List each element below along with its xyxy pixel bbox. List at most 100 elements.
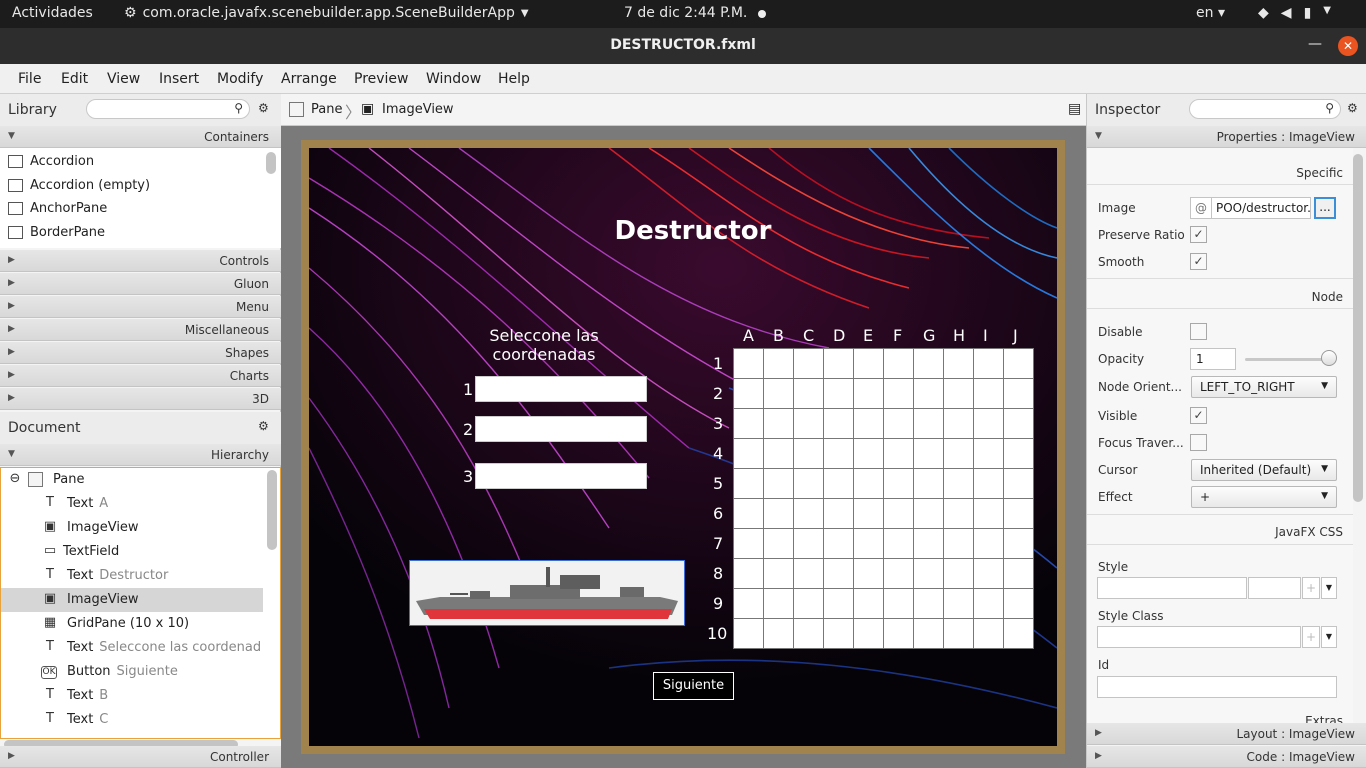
grid-cell[interactable]	[943, 558, 974, 589]
grid-cell[interactable]	[913, 408, 944, 439]
grid-cell[interactable]	[733, 468, 764, 499]
section-controller[interactable]: ▶ Controller	[0, 746, 281, 768]
menu-edit[interactable]: Edit	[61, 71, 88, 87]
grid-cell[interactable]	[883, 378, 914, 409]
grid-cell[interactable]	[883, 348, 914, 379]
tree-node[interactable]: T Text Destructor	[1, 564, 263, 588]
grid-cell[interactable]	[793, 468, 824, 499]
grid-cell[interactable]	[823, 558, 854, 589]
opacity-slider-track[interactable]	[1245, 358, 1331, 361]
grid-cell[interactable]	[1003, 468, 1034, 499]
menu-help[interactable]: Help	[498, 71, 530, 87]
coordinate-input-1[interactable]	[475, 376, 647, 402]
grid-cell[interactable]	[883, 528, 914, 559]
grid-cell[interactable]	[973, 348, 1004, 379]
close-icon[interactable]: ✕	[1338, 36, 1358, 56]
opacity-slider-thumb[interactable]	[1321, 350, 1337, 366]
coordinate-input-2[interactable]	[475, 416, 647, 442]
style-class-field[interactable]	[1097, 626, 1301, 648]
grid-cell[interactable]	[733, 528, 764, 559]
grid-cell[interactable]	[823, 438, 854, 469]
section-hierarchy[interactable]: ▼ Hierarchy	[0, 444, 281, 466]
grid-cell[interactable]	[733, 348, 764, 379]
grid-cell[interactable]	[1003, 438, 1034, 469]
inspector-scrollbar[interactable]	[1353, 154, 1363, 502]
style-field[interactable]	[1097, 577, 1247, 599]
grid-cell[interactable]	[793, 558, 824, 589]
cursor-select[interactable]: Inherited (Default) ▼	[1191, 459, 1337, 481]
grid-cell[interactable]	[883, 408, 914, 439]
grid-cell[interactable]	[973, 438, 1004, 469]
grid-cell[interactable]	[943, 528, 974, 559]
grid-cell[interactable]	[853, 468, 884, 499]
grid-cell[interactable]	[793, 618, 824, 649]
grid-cell[interactable]	[853, 408, 884, 439]
tree-node[interactable]: T Text C	[1, 708, 263, 732]
grid-cell[interactable]	[943, 618, 974, 649]
minimize-icon[interactable]: —	[1308, 36, 1322, 52]
tree-node[interactable]: ▣ ImageView	[1, 588, 263, 612]
id-field[interactable]	[1097, 676, 1337, 698]
grid-cell[interactable]	[823, 408, 854, 439]
tree-node[interactable]: ▭ TextField	[1, 540, 263, 564]
grid-cell[interactable]	[913, 378, 944, 409]
grid-cell[interactable]	[913, 558, 944, 589]
grid-cell[interactable]	[853, 378, 884, 409]
grid-cell[interactable]	[1003, 618, 1034, 649]
menu-file[interactable]: File	[18, 71, 41, 87]
grid-cell[interactable]	[973, 528, 1004, 559]
grid-cell[interactable]	[763, 408, 794, 439]
grid-cell[interactable]	[763, 498, 794, 529]
grid-cell[interactable]	[973, 468, 1004, 499]
tree-node[interactable]: T Text B	[1, 684, 263, 708]
grid-cell[interactable]	[763, 468, 794, 499]
grid-cell[interactable]	[853, 348, 884, 379]
grid-cell[interactable]	[763, 438, 794, 469]
library-item[interactable]: BorderPane	[0, 221, 264, 245]
grid-cell[interactable]	[943, 468, 974, 499]
grid-cell[interactable]	[973, 558, 1004, 589]
grid-cell[interactable]	[793, 588, 824, 619]
grid-cell[interactable]	[733, 618, 764, 649]
grid-cell[interactable]	[733, 378, 764, 409]
grid-cell[interactable]	[853, 438, 884, 469]
disable-checkbox[interactable]	[1190, 323, 1207, 340]
grid-cell[interactable]	[823, 468, 854, 499]
grid-cell[interactable]	[853, 558, 884, 589]
coordinate-input-3[interactable]	[475, 463, 647, 489]
tree-node[interactable]: T Text A	[1, 492, 263, 516]
grid-cell[interactable]	[823, 498, 854, 529]
grid-cell[interactable]	[1003, 378, 1034, 409]
grid-cell[interactable]	[1003, 558, 1034, 589]
tree-node[interactable]: OK Button Siguiente	[1, 660, 263, 684]
tree-node-root[interactable]: ⊖ Pane	[1, 468, 263, 492]
browse-button[interactable]: ...	[1314, 197, 1336, 219]
image-path-field[interactable]: POO/destructor.	[1211, 197, 1311, 219]
grid-cell[interactable]	[943, 588, 974, 619]
menu-insert[interactable]: Insert	[159, 71, 199, 87]
section-controls[interactable]: ▶ Controls	[0, 250, 281, 272]
grid-cell[interactable]	[1003, 348, 1034, 379]
section-gluon[interactable]: ▶ Gluon	[0, 273, 281, 295]
tree-node[interactable]: ▣ ImageView	[1, 516, 263, 540]
chevron-down-icon[interactable]: ▼	[1321, 626, 1337, 648]
menu-window[interactable]: Window	[426, 71, 481, 87]
opacity-field[interactable]: 1	[1190, 348, 1236, 370]
tree-node[interactable]: T Text Seleccone las coordenad	[1, 636, 263, 660]
library-item[interactable]: Accordion (empty)	[0, 174, 264, 198]
grid-cell[interactable]	[793, 408, 824, 439]
style-class-add-button[interactable]: +	[1302, 626, 1320, 648]
grid-cell[interactable]	[733, 498, 764, 529]
grid-cell[interactable]	[763, 348, 794, 379]
visible-checkbox[interactable]: ✓	[1190, 407, 1207, 424]
grid-cell[interactable]	[1003, 588, 1034, 619]
grid-cell[interactable]	[793, 438, 824, 469]
activities-button[interactable]: Actividades	[12, 5, 93, 21]
section-containers[interactable]: ▼ Containers	[0, 126, 281, 148]
prompt-text[interactable]: Seleccone las coordenadas	[475, 326, 613, 364]
grid-cell[interactable]	[913, 588, 944, 619]
library-scrollbar[interactable]	[266, 152, 276, 174]
grid-cell[interactable]	[883, 588, 914, 619]
menu-arrange[interactable]: Arrange	[281, 71, 337, 87]
grid-cell[interactable]	[823, 378, 854, 409]
